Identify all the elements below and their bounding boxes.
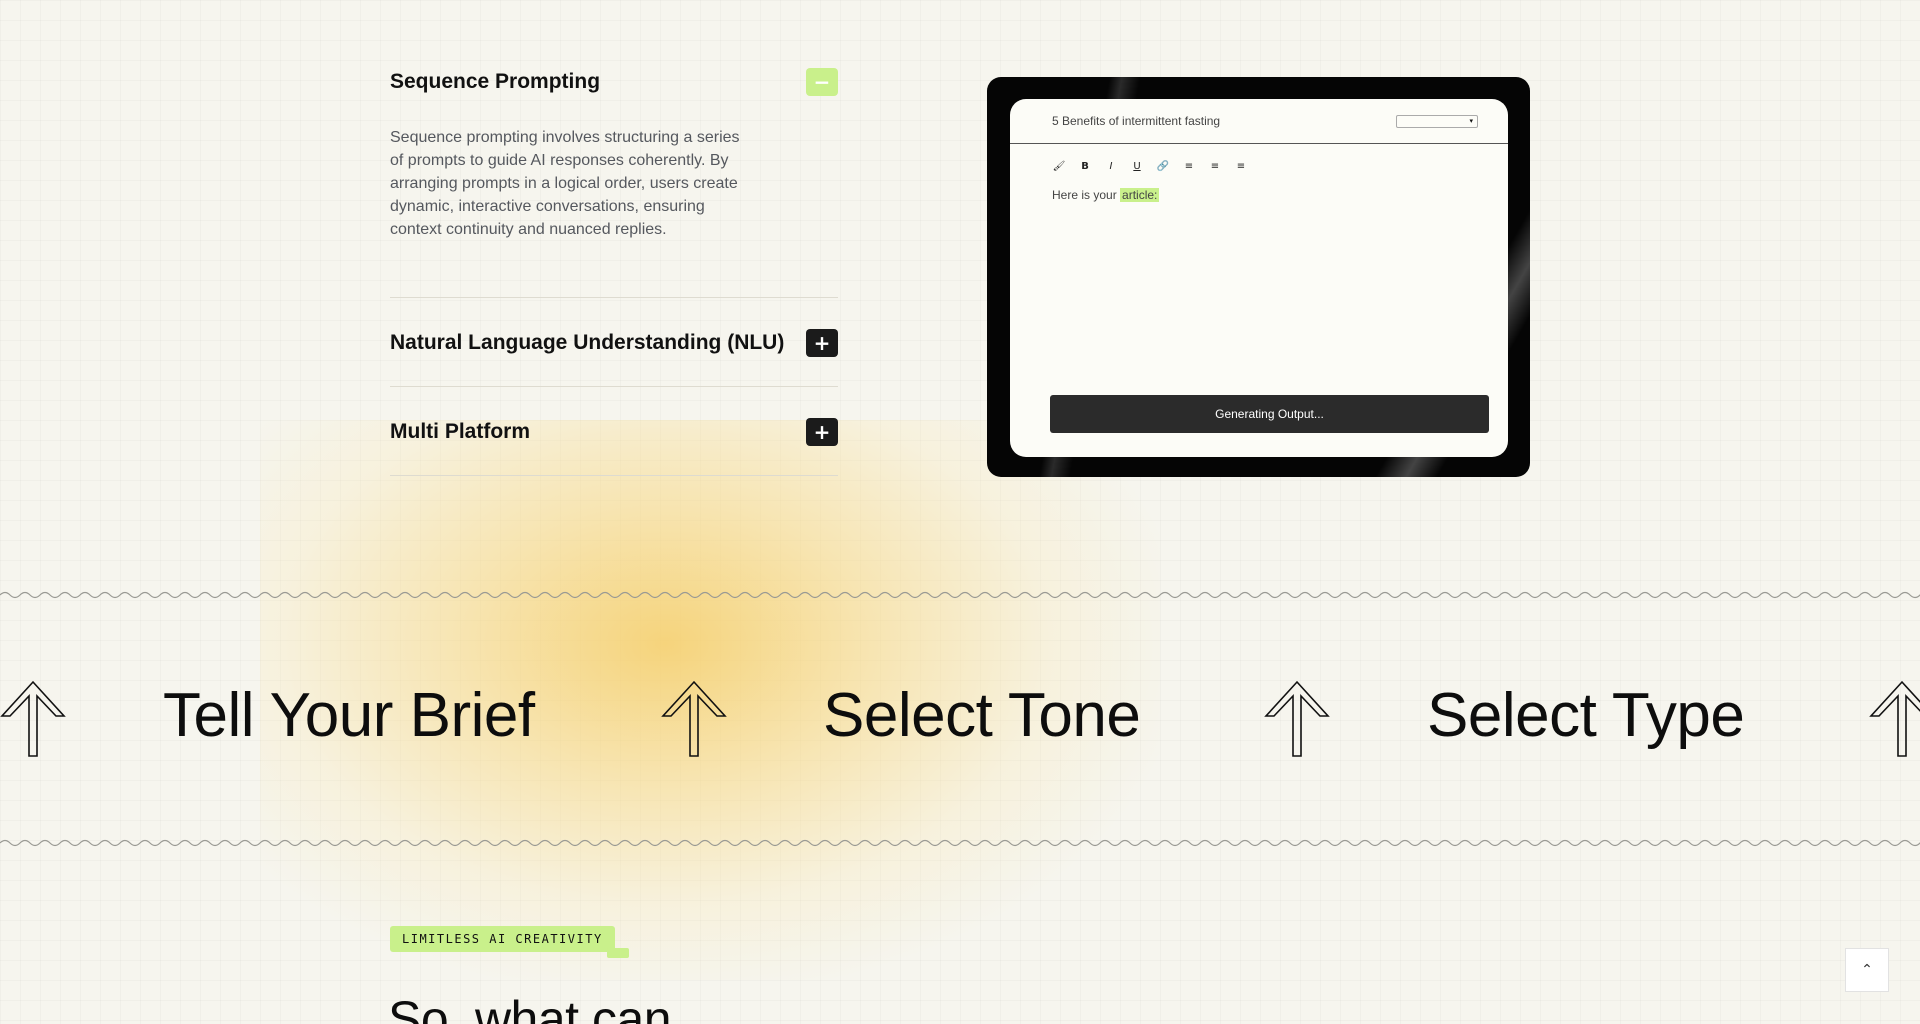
chevron-up-icon: ⌃	[1861, 962, 1873, 978]
accordion-title: Natural Language Understanding (NLU)	[390, 330, 785, 354]
link-icon[interactable]: 🔗	[1156, 161, 1170, 172]
accordion-item-nlu: Natural Language Understanding (NLU) +	[390, 298, 838, 387]
bold-icon[interactable]: B	[1078, 161, 1092, 172]
wavy-divider-bottom	[0, 839, 1920, 847]
generating-output-button[interactable]: Generating Output...	[1050, 395, 1489, 433]
document-title: 5 Benefits of intermittent fasting	[1052, 114, 1221, 128]
section-tag-label: LIMITLESS AI CREATIVITY	[390, 926, 615, 952]
wavy-divider-top	[0, 591, 1920, 599]
collapse-button[interactable]: −	[806, 68, 838, 96]
band-item-type: Select Type	[1427, 681, 1745, 750]
accordion-title: Sequence Prompting	[390, 70, 601, 93]
arrow-up-icon	[661, 680, 727, 757]
chevron-down-icon: ▾	[1469, 118, 1473, 125]
italic-icon[interactable]: I	[1104, 161, 1118, 172]
document-header: 5 Benefits of intermittent fasting ▾	[1010, 99, 1508, 144]
editor-screen: 5 Benefits of intermittent fasting ▾ 🖌 B…	[1010, 99, 1508, 457]
underline-icon[interactable]: U	[1130, 161, 1144, 172]
band-item-tone: Select Tone	[823, 681, 1141, 750]
align-left-icon[interactable]: ≡	[1182, 161, 1196, 172]
arrow-up-icon	[1264, 680, 1330, 757]
scroll-to-top-button[interactable]: ⌃	[1845, 948, 1889, 992]
section-tag: LIMITLESS AI CREATIVITY	[390, 926, 629, 958]
editor-toolbar: 🖌 B I U 🔗 ≡ ≡ ≡	[1010, 144, 1508, 172]
background-grid	[0, 0, 1920, 1024]
align-right-icon[interactable]: ≡	[1234, 161, 1248, 172]
align-center-icon[interactable]: ≡	[1208, 161, 1222, 172]
highlighted-text: article:	[1120, 188, 1160, 202]
brush-icon[interactable]: 🖌	[1052, 161, 1066, 172]
editor-device-mockup: 5 Benefits of intermittent fasting ▾ 🖌 B…	[987, 77, 1530, 477]
accordion-header[interactable]: Natural Language Understanding (NLU) +	[390, 298, 838, 387]
expand-button[interactable]: +	[806, 417, 838, 446]
feature-accordion: Sequence Prompting − Sequence prompting …	[390, 60, 838, 476]
accordion-body: Sequence prompting involves structuring …	[390, 129, 740, 238]
tag-tail	[606, 948, 629, 958]
arrow-up-icon	[0, 680, 66, 757]
accordion-item-sequence-prompting: Sequence Prompting − Sequence prompting …	[390, 60, 838, 298]
format-select[interactable]: ▾	[1396, 114, 1478, 128]
content-text: Here is your	[1052, 188, 1121, 202]
section-heading: So, what can	[388, 991, 672, 1024]
accordion-header[interactable]: Sequence Prompting −	[390, 60, 838, 96]
accordion-item-multi-platform: Multi Platform +	[390, 387, 838, 476]
arrow-up-icon	[1869, 680, 1920, 757]
accordion-title: Multi Platform	[390, 419, 530, 443]
accordion-header[interactable]: Multi Platform +	[390, 387, 838, 476]
band-item-brief: Tell Your Brief	[163, 681, 535, 750]
expand-button[interactable]: +	[806, 328, 838, 357]
editor-content[interactable]: Here is your article:	[1010, 172, 1508, 202]
